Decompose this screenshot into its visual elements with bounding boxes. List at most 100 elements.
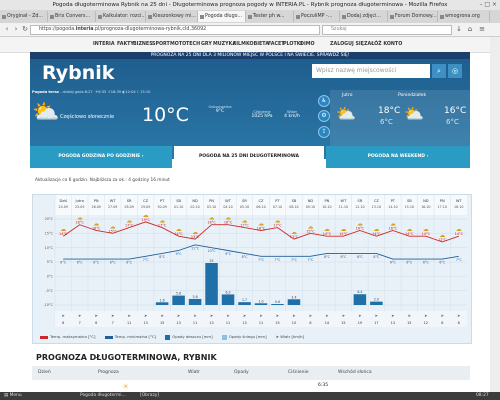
url-bar[interactable]: https://pogoda.interia.pl/prognoza-dlugo… bbox=[30, 25, 320, 35]
max-temp-label: 14°C bbox=[372, 232, 381, 236]
search-button[interactable]: ⌕ bbox=[432, 64, 446, 78]
now-line: Pogoda teraz - dzisiaj godz.8:27 ☀6:35 ☼… bbox=[32, 90, 150, 94]
day-label: ND bbox=[423, 199, 429, 203]
min-temp-label: 9°C bbox=[225, 252, 232, 256]
nav-item[interactable]: FILM bbox=[233, 37, 246, 52]
wind-value: 15 bbox=[407, 321, 411, 325]
taskbar-item[interactable]: Pogoda długotermi... bbox=[80, 392, 126, 400]
nav-item[interactable]: SPORT bbox=[152, 37, 170, 52]
promo-banner[interactable]: PROGNOZA NA 25 DNI DLA 3 MILIONÓW MIEJSC… bbox=[30, 52, 470, 59]
favicon-icon bbox=[390, 15, 394, 19]
download-icon[interactable]: ↓ bbox=[455, 25, 463, 33]
login-link[interactable]: ZALOGUJ SIĘ bbox=[330, 37, 364, 52]
accessibility-icon[interactable]: ♿ bbox=[318, 95, 330, 107]
date-label: 30.09 bbox=[157, 205, 166, 209]
tab-hourly[interactable]: POGODA GODZINA PO GODZINIE › bbox=[30, 146, 172, 168]
date-label: 10.10 bbox=[322, 205, 331, 209]
column-header: Prognoza bbox=[98, 370, 119, 375]
sun-cloud-icon: ⛅ bbox=[404, 104, 424, 123]
precip-label: 5.6 bbox=[176, 292, 181, 296]
close-icon[interactable]: × bbox=[492, 1, 497, 8]
nav-item[interactable]: BIZNES bbox=[133, 37, 153, 52]
nav-item[interactable]: KOBIETA bbox=[246, 37, 269, 52]
gear-icon[interactable]: ⚙ bbox=[318, 110, 330, 122]
wind-value: 8 bbox=[441, 321, 443, 325]
day-label: CZ bbox=[259, 199, 265, 203]
location-icon: ◎ bbox=[451, 67, 459, 75]
date-label: 01.10 bbox=[174, 205, 183, 209]
browser-tab[interactable]: Dodaj zdjęci... bbox=[340, 11, 388, 22]
min-temp-label: 6°C bbox=[77, 261, 84, 265]
tab-label: wmogrona.org bbox=[445, 14, 480, 19]
locate-button[interactable]: ◎ bbox=[448, 64, 462, 78]
browser-tab[interactable]: PoczuliMP -... bbox=[294, 11, 340, 22]
date-label: 12.10 bbox=[355, 205, 364, 209]
day-label: WT bbox=[456, 199, 463, 203]
nav-item[interactable]: DIMO bbox=[300, 37, 315, 52]
minimize-icon[interactable]: – bbox=[479, 1, 482, 8]
wind-value: 13 bbox=[143, 321, 147, 325]
day-temp: 18°C bbox=[378, 106, 401, 116]
menu-icon: ▤ bbox=[4, 393, 9, 398]
browser-tab[interactable]: wmogrona.org bbox=[438, 11, 490, 22]
wind-value: 12 bbox=[424, 321, 428, 325]
browser-tab[interactable]: Tester ph w... bbox=[246, 11, 294, 22]
browser-tab[interactable]: Brix Convers... bbox=[48, 11, 96, 22]
precip-label: 3.4 bbox=[291, 295, 296, 299]
nav-item[interactable]: MOTO bbox=[170, 37, 186, 52]
browser-tab[interactable]: Oryginał - Zd... bbox=[0, 11, 48, 22]
browser-tab-active[interactable]: Pogoda długo... bbox=[198, 11, 246, 22]
window-controls[interactable]: – □ × bbox=[479, 1, 497, 9]
date-label: 27.09 bbox=[108, 205, 117, 209]
forecast-chart-svg: Dziś 24.09 Jutro 25.09 PN 26.09 WT 27.09 ŚR 28.09… bbox=[43, 195, 467, 327]
legend-label: Wiatr [km/h] bbox=[280, 334, 305, 339]
precip-label: 3.6 bbox=[193, 295, 198, 299]
browser-tab[interactable]: Kieszonkowy mi... bbox=[146, 11, 198, 22]
legend-label: Temp. minimalna [°C] bbox=[114, 334, 157, 339]
nav-item[interactable]: FAKTY bbox=[117, 37, 134, 52]
min-temp-label: 6°C bbox=[60, 261, 67, 265]
start-menu-button[interactable]: ▤ Menu bbox=[4, 392, 22, 400]
min-temp-label: 6°C bbox=[126, 261, 133, 265]
tab-label: POGODA NA 25 DNI DŁUGOTERMINOWA bbox=[198, 154, 300, 159]
browser-tab[interactable]: Kalkulator: rozci... bbox=[96, 11, 146, 22]
precip-bar bbox=[287, 299, 301, 305]
precip-label: 1.6 bbox=[160, 298, 165, 302]
city-search-input[interactable]: Wpisz nazwę miejscowości bbox=[312, 64, 430, 78]
taskbar-item[interactable]: [Obrazy] bbox=[140, 392, 159, 400]
date-label: 07.10 bbox=[273, 205, 282, 209]
wind-value: 15 bbox=[160, 321, 164, 325]
nav-item[interactable]: INTERIA bbox=[93, 37, 115, 52]
max-temp-label: 14°C bbox=[59, 232, 68, 236]
precip-label: 2.0 bbox=[374, 298, 379, 302]
wind-value: 7 bbox=[112, 321, 114, 325]
tab-weekend[interactable]: POGODA NA WEEKEND › bbox=[326, 146, 470, 168]
nav-item[interactable]: TECH bbox=[186, 37, 200, 52]
min-temp-label: 10°C bbox=[208, 249, 217, 253]
nav-item[interactable]: GRY bbox=[201, 37, 212, 52]
tab-label: Pogoda długo... bbox=[205, 14, 243, 19]
scrollbar[interactable] bbox=[490, 37, 500, 392]
signup-link[interactable]: ZAŁÓŻ KONTO bbox=[364, 37, 402, 52]
wind-value: 11 bbox=[259, 321, 263, 325]
day-label: ŚR bbox=[127, 198, 132, 203]
date-label: 05.10 bbox=[240, 205, 249, 209]
home-icon[interactable]: ⌂ bbox=[466, 25, 474, 33]
partly-sunny-icon: ⛅ bbox=[32, 100, 60, 125]
menu-icon[interactable]: ≡ bbox=[478, 25, 486, 33]
browser-tab[interactable]: Forum Domowy... bbox=[388, 11, 438, 22]
date-label: 25.09 bbox=[75, 205, 84, 209]
wind-value: 13 bbox=[242, 321, 246, 325]
reload-icon[interactable]: ↻ bbox=[21, 25, 29, 33]
y-tick-label: -5°C bbox=[46, 289, 54, 293]
back-icon[interactable]: ‹ bbox=[3, 25, 11, 33]
forward-icon[interactable]: › bbox=[12, 25, 20, 33]
tab-25-days[interactable]: POGODA NA 25 DNI DŁUGOTERMINOWA bbox=[174, 146, 324, 168]
browser-search-box[interactable]: Szukaj bbox=[322, 25, 452, 35]
min-temp-label: 8°C bbox=[242, 255, 249, 259]
section-title: PROGNOZA DŁUGOTERMINOWA, RYBNIK bbox=[36, 353, 217, 362]
night-temp: 6°C bbox=[446, 118, 459, 126]
forecast-table-header: Dzień Prognoza Wiatr Opady Ciśnienie Wsc… bbox=[32, 366, 470, 380]
maximize-icon[interactable]: □ bbox=[484, 1, 490, 8]
share-icon[interactable]: ⇪ bbox=[318, 126, 330, 138]
